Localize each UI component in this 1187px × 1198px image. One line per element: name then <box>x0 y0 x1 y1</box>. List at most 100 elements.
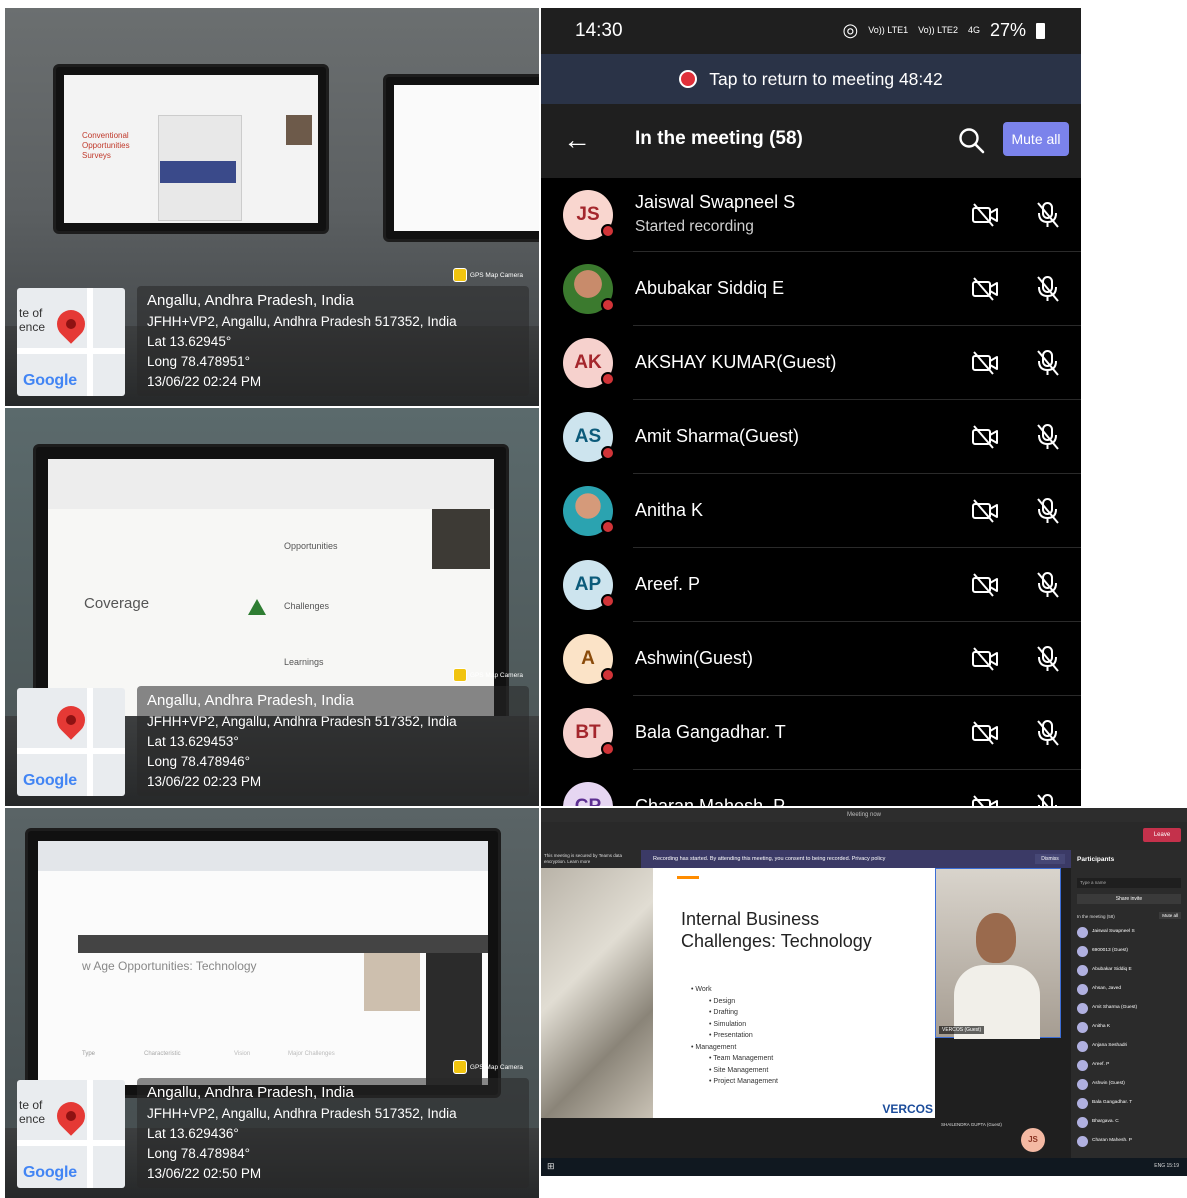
panel-participant[interactable]: Ahsan, Javed <box>1077 981 1183 999</box>
participant-row[interactable]: AK AKSHAY KUMAR(Guest) <box>541 326 1081 400</box>
status-dot-icon <box>601 668 615 682</box>
avatar-initials: CP <box>575 796 601 806</box>
participant-avatar <box>1077 1060 1088 1071</box>
panel-participant[interactable]: Anitha K <box>1077 1019 1183 1037</box>
mic-off-icon[interactable] <box>1035 200 1061 230</box>
video-tile <box>432 509 490 569</box>
windows-taskbar: ⊞ ENG 15:19 <box>541 1158 1187 1176</box>
participant-row[interactable]: AP Areef. P <box>541 548 1081 622</box>
latitude: Lat 13.629436° <box>147 1126 239 1141</box>
avatar-initials: JS <box>576 204 600 225</box>
datetime: 13/06/22 02:50 PM <box>147 1166 262 1181</box>
participant-name: Amit Sharma (Guest) <box>1092 1005 1138 1010</box>
camera-off-icon[interactable] <box>971 572 999 598</box>
avatar-initials: BT <box>575 722 601 743</box>
panel-participant[interactable]: Charan Mahesh. P <box>1077 1133 1183 1151</box>
recording-banner-text: Recording has started. By attending this… <box>653 856 886 862</box>
mic-off-icon[interactable] <box>1035 644 1061 674</box>
slide-bullet: Design <box>691 996 778 1008</box>
mic-off-icon[interactable] <box>1035 792 1061 806</box>
share-invite-button[interactable]: Share invite <box>1077 894 1181 904</box>
slide-bullet: Site Management <box>691 1065 778 1077</box>
battery-icon <box>1036 22 1045 39</box>
participant-row[interactable]: A Ashwin(Guest) <box>541 622 1081 696</box>
panel-participant[interactable]: Amit Sharma (Guest) <box>1077 1000 1183 1018</box>
dismiss-button[interactable]: Dismiss <box>1035 854 1065 864</box>
participant-name: Ashwin(Guest) <box>635 648 754 668</box>
participant-row[interactable]: Anitha K <box>541 474 1081 548</box>
address: JFHH+VP2, Angallu, Andhra Pradesh 517352… <box>147 314 457 329</box>
slide-bullets: WorkDesignDraftingSimulationPresentation… <box>691 984 778 1088</box>
gps-camera-icon <box>452 268 467 282</box>
participant-search-input[interactable]: Type a name <box>1077 878 1181 888</box>
presenter-tag: SHAILENDRA GUPTA (Guest) <box>941 1122 1002 1127</box>
return-to-meeting-bar[interactable]: Tap to return to meeting 48:42 <box>541 54 1081 104</box>
panel-participant[interactable]: Bala Gangadhar. T <box>1077 1095 1183 1113</box>
mic-off-icon[interactable] <box>1035 496 1061 526</box>
mic-off-icon[interactable] <box>1035 274 1061 304</box>
camera-off-icon[interactable] <box>971 498 999 524</box>
monitor: w Age Opportunities: Technology Type Cha… <box>25 828 501 1098</box>
mic-off-icon[interactable] <box>1035 348 1061 378</box>
self-avatar[interactable]: JS <box>1021 1128 1045 1152</box>
panel-participant[interactable]: Jaiswal Swapneel S <box>1077 924 1183 942</box>
participant-avatar: JS <box>563 190 615 240</box>
slide-bullet: Project Management <box>691 1076 778 1088</box>
presenter-video[interactable]: VERCOS (Guest) <box>935 868 1061 1039</box>
participant-row[interactable]: BT Bala Gangadhar. T <box>541 696 1081 770</box>
status-dot-icon <box>601 372 615 386</box>
camera-off-icon[interactable] <box>971 350 999 376</box>
address: JFHH+VP2, Angallu, Andhra Pradesh 517352… <box>147 1106 457 1121</box>
map-pin-icon <box>51 304 91 344</box>
datetime: 13/06/22 02:23 PM <box>147 774 262 789</box>
slide-bullet: Team Management <box>691 1053 778 1065</box>
participant-avatar <box>563 486 615 536</box>
gps-overlay: Angallu, Andhra Pradesh, India JFHH+VP2,… <box>137 286 529 396</box>
latitude: Lat 13.62945° <box>147 334 232 349</box>
camera-off-icon[interactable] <box>971 646 999 672</box>
participant-name: Anitha K <box>635 500 704 520</box>
map-pin-icon <box>51 700 91 740</box>
latitude: Lat 13.629453° <box>147 734 239 749</box>
status-bar: 14:30 ◎ Vo)) LTE1 Vo)) LTE2 4G 27% <box>541 8 1081 54</box>
windows-start-icon[interactable]: ⊞ <box>547 1161 555 1172</box>
avatar-initials: AK <box>574 352 602 373</box>
camera-off-icon[interactable] <box>971 202 999 228</box>
panel-mute-all-button[interactable]: Mute all <box>1159 912 1181 919</box>
panel-participant[interactable]: 6900013 (Guest) <box>1077 943 1183 961</box>
status-dot-icon <box>601 520 615 534</box>
leave-button[interactable]: Leave <box>1143 828 1181 842</box>
participants-header: ← In the meeting (58) Mute all <box>541 104 1081 178</box>
map-thumbnail: te of ence Google <box>17 288 125 396</box>
panel-participant[interactable]: Ashwin (Guest) <box>1077 1076 1183 1094</box>
monitor-right <box>383 74 539 242</box>
window-title: Meeting now <box>541 808 1187 822</box>
participant-row[interactable]: AS Amit Sharma(Guest) <box>541 400 1081 474</box>
longitude: Long 78.478946° <box>147 754 250 769</box>
mic-off-icon[interactable] <box>1035 570 1061 600</box>
participant-row[interactable]: JS Jaiswal Swapneel S Started recording <box>541 178 1081 252</box>
panel-participant[interactable]: Anjana Seshadri <box>1077 1038 1183 1056</box>
gps-overlay: Angallu, Andhra Pradesh, India JFHH+VP2,… <box>137 1078 529 1188</box>
participant-row[interactable]: CP Charan Mahesh. P <box>541 770 1081 806</box>
camera-off-icon[interactable] <box>971 794 999 806</box>
mic-off-icon[interactable] <box>1035 422 1061 452</box>
search-icon[interactable] <box>957 126 987 156</box>
mic-off-icon[interactable] <box>1035 718 1061 748</box>
camera-off-icon[interactable] <box>971 720 999 746</box>
camera-off-icon[interactable] <box>971 276 999 302</box>
participant-name: Abubakar Siddiq E <box>635 278 785 298</box>
phone-screen: 14:30 ◎ Vo)) LTE1 Vo)) LTE2 4G 27% Tap t… <box>541 8 1081 806</box>
gps-camera-tag: GPS Map Camera <box>452 668 523 682</box>
mute-all-button[interactable]: Mute all <box>1003 122 1069 156</box>
panel-participant[interactable]: Abubakar Siddiq E <box>1077 962 1183 980</box>
back-arrow-icon[interactable]: ← <box>563 126 591 154</box>
camera-off-icon[interactable] <box>971 424 999 450</box>
participant-row[interactable]: Abubakar Siddiq E <box>541 252 1081 326</box>
meeting-toolbar: Leave <box>541 822 1187 850</box>
video-name-tag: VERCOS (Guest) <box>939 1026 985 1034</box>
status-dot-icon <box>601 298 615 312</box>
panel-participant[interactable]: Areef. P <box>1077 1057 1183 1075</box>
panel-participant[interactable]: Bhargava. C <box>1077 1114 1183 1132</box>
google-logo: Google <box>23 1164 77 1181</box>
